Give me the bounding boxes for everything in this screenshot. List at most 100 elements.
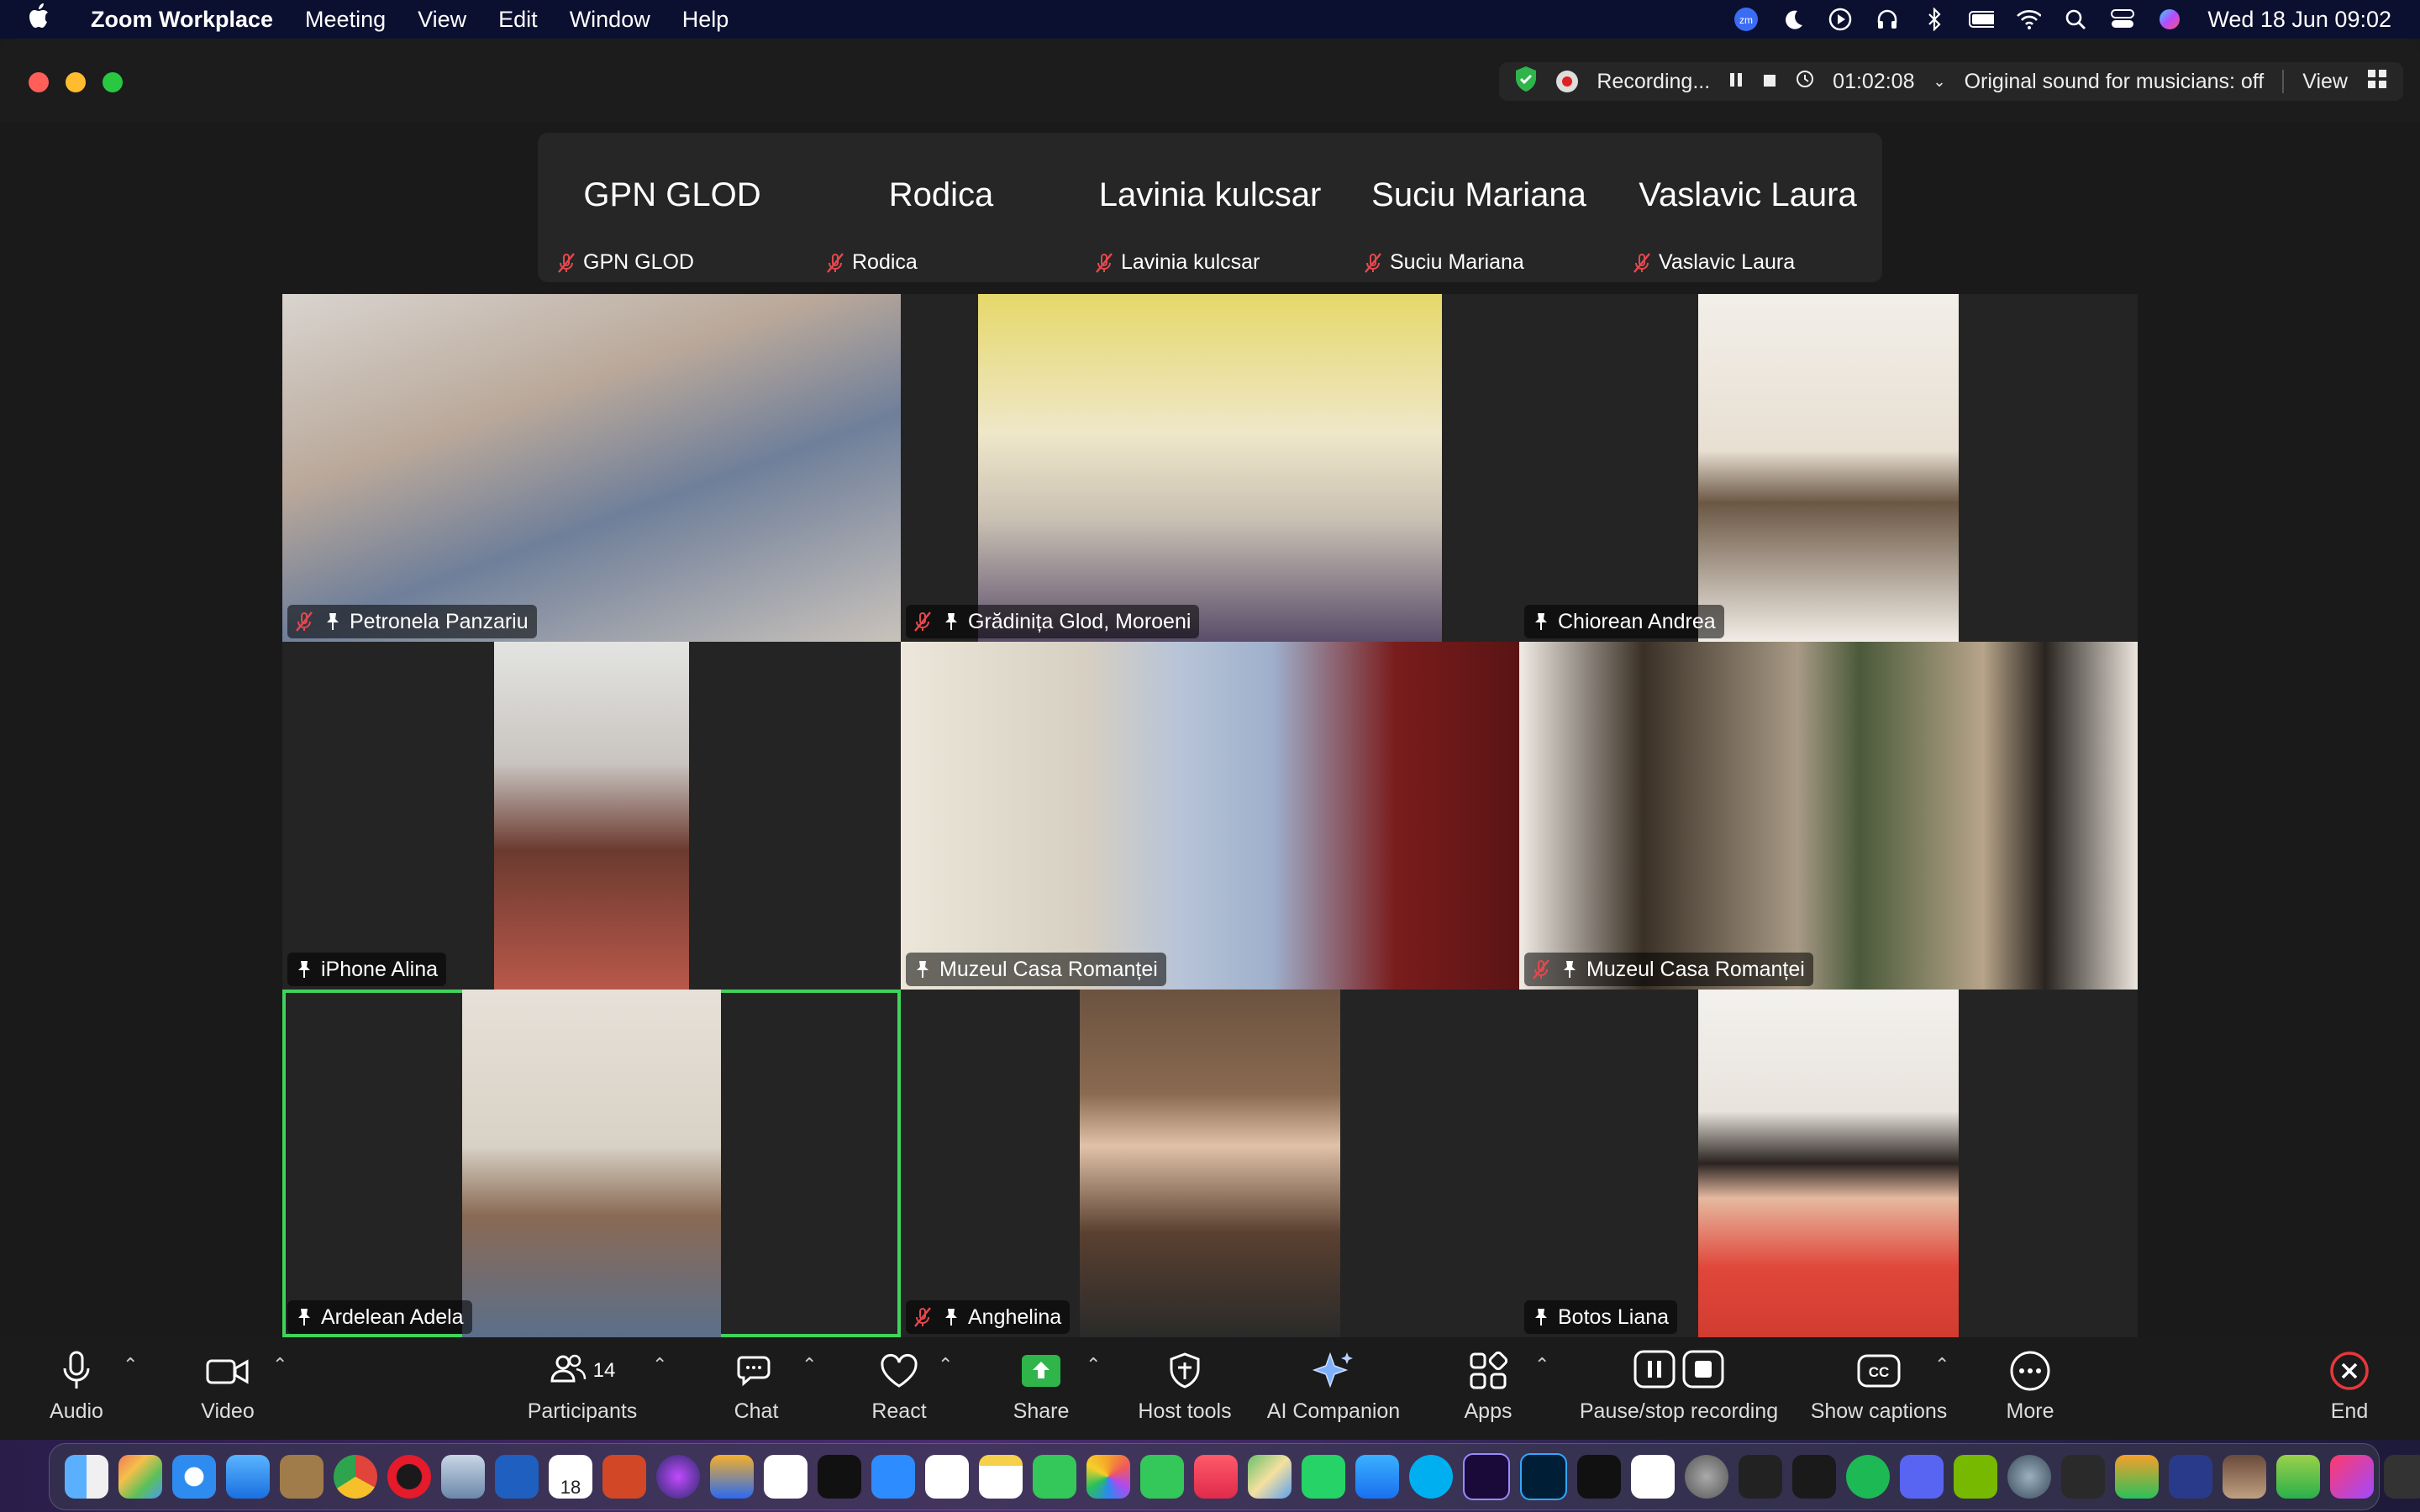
apple-menu-icon[interactable] (29, 3, 66, 36)
spotify-icon[interactable] (1846, 1455, 1890, 1499)
home-icon[interactable] (2115, 1455, 2159, 1499)
video-options-chevron-icon[interactable]: ⌃ (272, 1354, 287, 1376)
strip-tile[interactable]: Lavinia kulcsar Lavinia kulcsar (1076, 133, 1344, 282)
video-button[interactable]: Video (192, 1337, 264, 1440)
moon-icon[interactable] (1781, 7, 1806, 32)
video-tile[interactable]: Botos Liana (1519, 990, 2138, 1337)
battery-icon[interactable] (1969, 7, 1995, 32)
messages-icon[interactable] (1140, 1455, 1184, 1499)
powerpoint-icon[interactable] (602, 1455, 646, 1499)
safari-icon[interactable] (172, 1455, 216, 1499)
participants-options-chevron-icon[interactable]: ⌃ (652, 1354, 667, 1376)
play-circle-icon[interactable] (1828, 7, 1853, 32)
original-sound-toggle[interactable]: Original sound for musicians: off (1965, 70, 2265, 94)
captions-options-chevron-icon[interactable]: ⌃ (1934, 1354, 1949, 1376)
end-meeting-button[interactable]: End (2317, 1337, 2381, 1440)
strip-tile[interactable]: GPN GLOD GPN GLOD (538, 133, 807, 282)
premiere-icon[interactable] (1463, 1453, 1510, 1500)
calendar-icon[interactable]: 18 (549, 1455, 592, 1499)
chat-button[interactable]: Chat (723, 1337, 790, 1440)
calculator-icon[interactable] (2061, 1455, 2105, 1499)
headphones-icon[interactable] (1875, 7, 1900, 32)
video-tile[interactable]: iPhone Alina (282, 642, 901, 990)
apple-tv-icon[interactable] (818, 1455, 861, 1499)
window-maximize-button[interactable] (103, 72, 123, 92)
photo-booth-icon[interactable] (2223, 1455, 2266, 1499)
music-icon[interactable] (1194, 1455, 1238, 1499)
video-tile-active-speaker[interactable]: Ardelean Adela (282, 990, 901, 1337)
contacts-icon[interactable] (280, 1455, 324, 1499)
siri-icon[interactable] (2157, 7, 2182, 32)
nvidia-icon[interactable] (1792, 1455, 1836, 1499)
quicktime-icon[interactable] (2007, 1455, 2051, 1499)
photoshop-icon[interactable] (1520, 1453, 1567, 1500)
menu-meeting[interactable]: Meeting (305, 7, 386, 33)
whatsapp-icon[interactable] (1302, 1455, 1345, 1499)
preview-icon[interactable] (441, 1455, 485, 1499)
creative-cloud-icon[interactable] (2330, 1455, 2374, 1499)
grid-view-icon[interactable] (2366, 68, 2388, 96)
menu-view[interactable]: View (418, 7, 466, 33)
menu-help[interactable]: Help (682, 7, 729, 33)
audio-button[interactable]: Audio (40, 1337, 113, 1440)
reminders-icon[interactable] (925, 1455, 969, 1499)
bluetooth-icon[interactable] (1922, 7, 1947, 32)
more-button[interactable]: More (1996, 1337, 2064, 1440)
window-minimize-button[interactable] (66, 72, 86, 92)
pause-recording-icon[interactable] (1728, 70, 1744, 94)
facetime-icon[interactable] (1033, 1455, 1076, 1499)
freeform-icon[interactable] (764, 1455, 808, 1499)
react-options-chevron-icon[interactable]: ⌃ (938, 1354, 953, 1376)
video-tile[interactable]: Grădinița Glod, Moroeni (901, 294, 1519, 642)
control-center-icon[interactable] (2110, 7, 2135, 32)
skype-icon[interactable] (1409, 1455, 1453, 1499)
timer-chevron-down-icon[interactable]: ⌄ (1933, 73, 1946, 91)
zoom-icon[interactable]: zm (1733, 7, 1759, 32)
ai-companion-button[interactable]: AI Companion (1260, 1337, 1407, 1440)
photos-icon[interactable] (1086, 1455, 1130, 1499)
show-captions-button[interactable]: CC Show captions (1807, 1337, 1951, 1440)
stop-recording-icon[interactable] (1762, 70, 1777, 94)
menu-edit[interactable]: Edit (498, 7, 538, 33)
geforce-icon[interactable] (1954, 1455, 1997, 1499)
menu-clock[interactable]: Wed 18 Jun 09:02 (2207, 7, 2391, 33)
share-options-chevron-icon[interactable]: ⌃ (1086, 1354, 1101, 1376)
maps-icon[interactable] (1248, 1455, 1292, 1499)
react-button[interactable]: React (865, 1337, 933, 1440)
opera-icon[interactable] (387, 1455, 431, 1499)
audio-options-chevron-icon[interactable]: ⌃ (123, 1354, 138, 1376)
menu-app-name[interactable]: Zoom Workplace (91, 7, 273, 33)
chat-options-chevron-icon[interactable]: ⌃ (802, 1354, 817, 1376)
menu-window[interactable]: Window (570, 7, 650, 33)
strip-tile[interactable]: Rodica Rodica (807, 133, 1076, 282)
tiktok-icon[interactable] (1577, 1455, 1621, 1499)
pause-stop-recording-button[interactable]: Pause/stop recording (1576, 1337, 1781, 1440)
word-icon[interactable] (495, 1455, 539, 1499)
vectorworks-icon[interactable] (1739, 1455, 1782, 1499)
view-button-label[interactable]: View (2302, 70, 2348, 94)
meet-icon[interactable] (2169, 1455, 2212, 1499)
settings-icon[interactable] (1685, 1455, 1728, 1499)
zoom-dock-icon[interactable] (871, 1455, 915, 1499)
search-icon[interactable] (2063, 7, 2088, 32)
apps-options-chevron-icon[interactable]: ⌃ (1534, 1354, 1549, 1376)
video-tile[interactable]: Muzeul Casa Romanței (1519, 642, 2138, 990)
participants-button[interactable]: 14 Participants (518, 1337, 647, 1440)
discord-icon[interactable] (1900, 1455, 1944, 1499)
strip-tile[interactable]: Vaslavic Laura Vaslavic Laura (1613, 133, 1882, 282)
video-tile[interactable]: Petronela Panzariu (282, 294, 901, 642)
wifi-icon[interactable] (2016, 7, 2042, 32)
siri-dock-icon[interactable] (656, 1455, 700, 1499)
notes-icon[interactable] (979, 1455, 1023, 1499)
app-store-icon[interactable] (1355, 1455, 1399, 1499)
host-tools-button[interactable]: Host tools (1129, 1337, 1240, 1440)
mail-icon[interactable] (226, 1455, 270, 1499)
video-tile[interactable]: Muzeul Casa Romanței (901, 642, 1519, 990)
display-icon[interactable] (2384, 1455, 2420, 1499)
window-close-button[interactable] (29, 72, 49, 92)
strip-tile[interactable]: Suciu Mariana Suciu Mariana (1344, 133, 1613, 282)
keynote-icon[interactable] (710, 1455, 754, 1499)
video-tile[interactable]: Chiorean Andrea (1519, 294, 2138, 642)
finder-icon[interactable] (65, 1455, 108, 1499)
apps-button[interactable]: Apps (1454, 1337, 1523, 1440)
